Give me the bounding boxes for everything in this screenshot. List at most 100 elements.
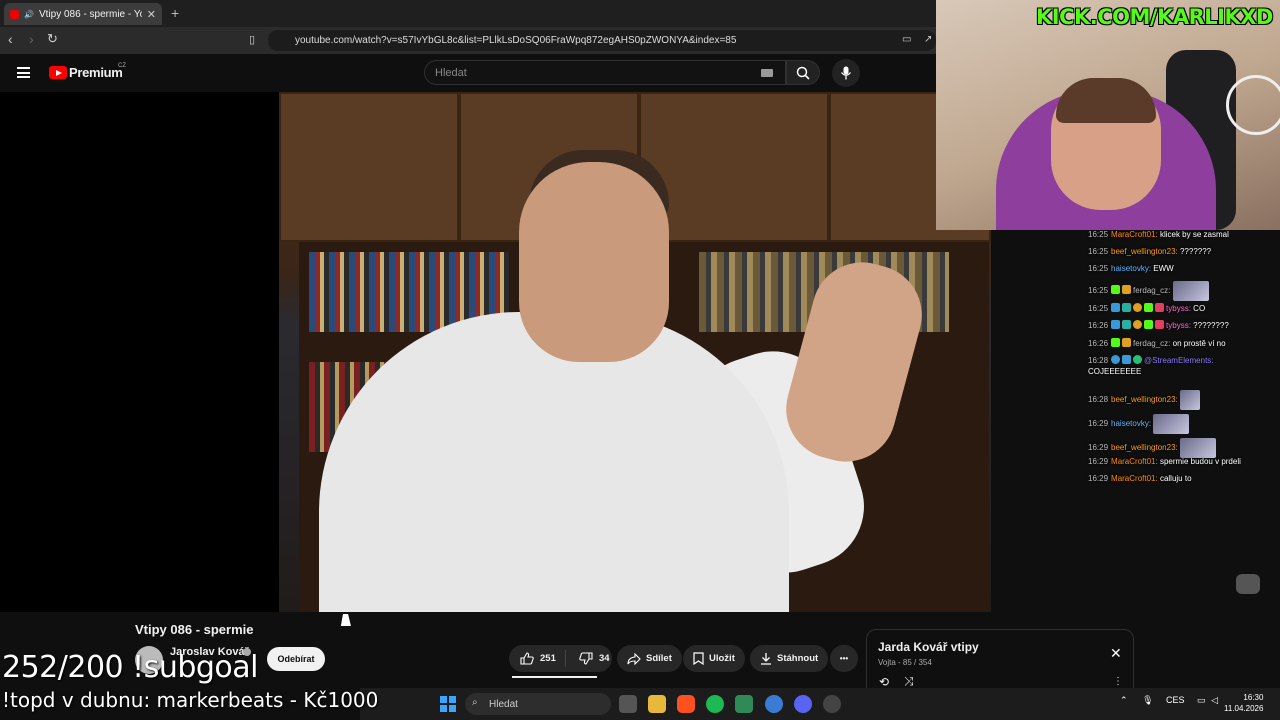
badge-icon xyxy=(1111,303,1121,312)
windows-start-icon[interactable] xyxy=(440,696,456,712)
system-tray[interactable]: ⌃ 🎙 CES ▭ ◁ xyxy=(1120,695,1218,706)
subscribe-button[interactable]: Odebírat xyxy=(267,647,325,671)
voice-search-button[interactable] xyxy=(832,59,860,87)
video-title: Vtipy 086 - spermie xyxy=(135,622,254,637)
chat-message: 16:25 ferdag_cz: xyxy=(1088,281,1278,301)
badge-icon xyxy=(1144,303,1154,312)
chat-message: 16:26 ferdag_cz: on prostě ví no xyxy=(1088,338,1226,348)
badge-icon xyxy=(1122,303,1132,312)
youtube-favicon-icon xyxy=(10,9,19,19)
share-page-icon[interactable]: ↗ xyxy=(924,34,932,45)
chat-message: 16:25 tybyss: CO xyxy=(1088,303,1206,313)
badge-icon xyxy=(1122,285,1132,295)
share-button[interactable]: Sdílet xyxy=(617,645,682,672)
chat-message: 16:25 MaraCroft01: klicek by se zasmal xyxy=(1088,230,1229,239)
back-icon[interactable]: ‹ xyxy=(8,31,13,47)
taskbar-search[interactable]: Hledat xyxy=(465,693,611,715)
more-actions-button[interactable]: ••• xyxy=(830,645,858,672)
badge-icon xyxy=(1111,285,1121,295)
brave-browser-icon[interactable] xyxy=(677,695,695,713)
taskbar-search-label: Hledat xyxy=(489,698,518,710)
url-text: youtube.com/watch?v=s57IvYbGL8c&list=PLl… xyxy=(295,35,737,46)
browser-nav-bar: ‹ › ↻ ▯ youtube.com/watch?v=s57IvYbGL8c&… xyxy=(0,27,936,54)
chat-message: 16:25 haisetovky: EWW xyxy=(1088,264,1174,273)
chat-message: 16:29 MaraCroft01: spermie budou v prdeli xyxy=(1088,457,1241,466)
video-frame[interactable] xyxy=(279,92,991,612)
chat-message: 16:29 haisetovky: xyxy=(1088,414,1278,434)
chat-message: 16:28 @StreamElements: COJEEEEEEE xyxy=(1088,355,1214,376)
like-dislike-group: 251 34 xyxy=(509,645,612,672)
like-count: 251 xyxy=(540,653,556,664)
person-head xyxy=(519,162,669,362)
browser-tab[interactable]: 🔊 Vtipy 086 - spermie - YouTube ✕ xyxy=(4,3,162,25)
chat-message: 16:25 beef_wellington23: ??????? xyxy=(1088,247,1212,256)
loop-icon[interactable]: ⟲ xyxy=(879,675,889,689)
badge-icon xyxy=(1133,355,1143,364)
chevron-up-icon[interactable]: ⌃ xyxy=(1120,695,1128,705)
download-button[interactable]: Stáhnout xyxy=(750,645,829,672)
badge-icon xyxy=(1122,338,1132,347)
search-button[interactable] xyxy=(786,60,820,85)
desk-fan xyxy=(1226,75,1280,135)
dislike-button[interactable]: 34 xyxy=(571,652,610,665)
like-button[interactable]: 251 xyxy=(509,650,566,667)
thumbs-down-icon xyxy=(579,652,593,665)
language-indicator[interactable]: CES xyxy=(1166,695,1185,705)
streamer-hair xyxy=(1056,78,1156,123)
badge-icon xyxy=(1155,303,1165,312)
app-icon[interactable] xyxy=(823,695,841,713)
download-label: Stáhnout xyxy=(777,653,819,664)
shuffle-icon[interactable]: ⤨ xyxy=(904,674,914,689)
youtube-logo-icon[interactable] xyxy=(49,66,67,79)
audio-icon: 🔊 xyxy=(24,9,34,19)
close-icon[interactable]: ✕ xyxy=(1110,645,1122,662)
task-view-icon[interactable] xyxy=(619,695,637,713)
top-donation-overlay: !topd v dubnu: markerbeats - Kč1000 xyxy=(2,688,379,712)
search-icon: ⌕ xyxy=(472,697,478,708)
region-label: CZ xyxy=(118,63,126,69)
reload-icon[interactable]: ↻ xyxy=(47,31,58,47)
youtube-premium-label[interactable]: Premium xyxy=(69,65,123,80)
network-icon[interactable]: ▭ xyxy=(1197,695,1206,705)
chat-message: 16:29 MaraCroft01: calluju to xyxy=(1088,474,1192,483)
keyboard-icon[interactable] xyxy=(761,69,773,77)
save-label: Uložit xyxy=(709,653,735,664)
cast-icon[interactable]: ▭ xyxy=(902,34,911,45)
badge-icon xyxy=(1111,320,1121,329)
microphone-icon[interactable]: 🎙 xyxy=(1142,695,1153,705)
address-bar[interactable]: youtube.com/watch?v=s57IvYbGL8c&list=PLl… xyxy=(268,30,936,51)
playlist-position: Vojta - 85 / 354 xyxy=(878,658,932,667)
search-placeholder: Hledat xyxy=(435,66,467,79)
taskbar-clock[interactable]: 16:30 11.04.2026 xyxy=(1224,692,1263,714)
app-icon[interactable] xyxy=(735,695,753,713)
hamburger-menu-icon[interactable] xyxy=(17,67,30,78)
badge-icon xyxy=(1155,320,1165,329)
emote-image xyxy=(1179,390,1200,410)
badge-icon xyxy=(1122,320,1132,329)
playlist-more-icon[interactable]: ⋮ xyxy=(1113,676,1123,687)
dislike-count: 34 xyxy=(599,653,610,664)
new-tab-button[interactable]: + xyxy=(171,5,179,21)
badge-icon xyxy=(1133,303,1143,312)
emote-image xyxy=(1153,414,1190,434)
forward-icon[interactable]: › xyxy=(29,31,34,47)
share-icon xyxy=(627,652,641,665)
bookmark-icon[interactable]: ▯ xyxy=(249,33,255,46)
ccleaner-icon[interactable] xyxy=(765,695,783,713)
search-input[interactable]: Hledat xyxy=(424,60,786,85)
discord-icon[interactable] xyxy=(794,695,812,713)
search-icon xyxy=(796,66,810,80)
spotify-icon[interactable] xyxy=(706,695,724,713)
chat-message: 16:28 beef_wellington23: xyxy=(1088,390,1278,410)
volume-icon[interactable]: ◁ xyxy=(1211,695,1218,705)
emote-image xyxy=(1179,438,1216,458)
subgoal-overlay: 252/200 !subgoal xyxy=(2,650,259,685)
share-label: Sdílet xyxy=(646,653,672,664)
playlist-title[interactable]: Jarda Kovář vtipy xyxy=(878,640,979,654)
clock-time: 16:30 xyxy=(1243,693,1264,702)
close-tab-icon[interactable]: ✕ xyxy=(147,8,156,21)
save-button[interactable]: Uložit xyxy=(683,645,745,672)
file-explorer-icon[interactable] xyxy=(648,695,666,713)
emote-image xyxy=(1172,281,1209,301)
bookmark-icon xyxy=(693,652,704,665)
